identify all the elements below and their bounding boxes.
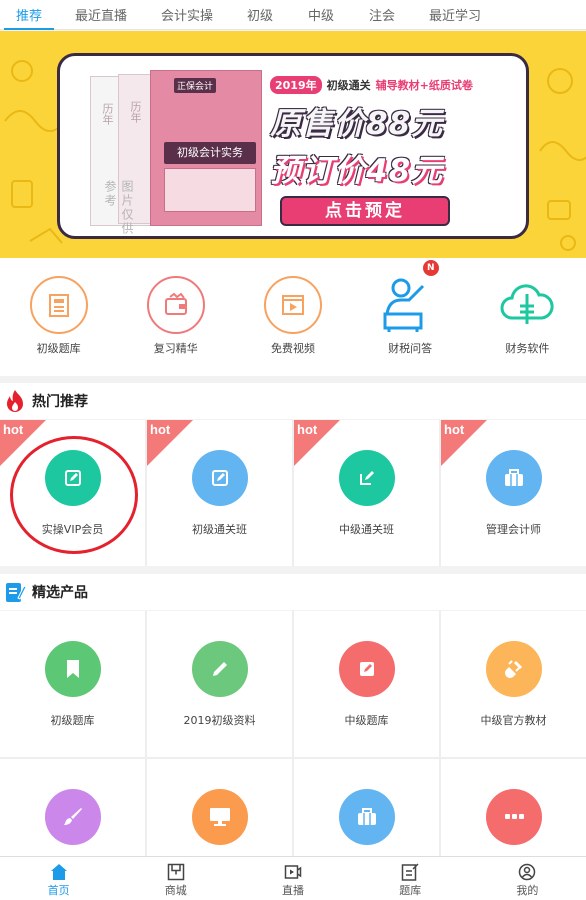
promo-banner[interactable]: 历年 历年 正保会计 初级会计实务 图片仅供参考 2019年 初级通关 辅导教材…	[0, 31, 586, 258]
quick-link-free-video[interactable]: 免费视频	[234, 258, 351, 376]
nav-exam[interactable]: 题库	[352, 857, 469, 900]
promo-subtitle-b: 辅导教材+纸质试卷	[375, 79, 473, 92]
quick-link-question-bank[interactable]: 初级题库	[0, 258, 117, 376]
image-watermark: 图片仅供参考	[103, 180, 134, 236]
tab-recent-live[interactable]: 最近直播	[58, 0, 144, 30]
hot-item-label: 实操VIP会员	[41, 523, 104, 536]
hot-item-junior-pass[interactable]: hot 初级通关班	[147, 420, 292, 566]
nav-label: 直播	[282, 884, 304, 897]
quick-link-label: 初级题库	[36, 342, 81, 355]
hot-item-practice-vip[interactable]: hot 实操VIP会员	[0, 420, 145, 566]
hot-products-grid: hot 实操VIP会员 hot 初级通关班 hot 中级通关班 hot 管理会计…	[0, 420, 586, 566]
quick-link-review[interactable]: 复习精华	[117, 258, 234, 376]
product-junior-question-bank[interactable]: 初级题库	[0, 611, 145, 757]
new-badge: N	[422, 260, 439, 276]
product-label: 2019初级资料	[183, 714, 256, 727]
section-title: 精选产品	[32, 585, 88, 601]
profile-icon	[519, 863, 536, 881]
promo-text: 2019年 初级通关 辅导教材+纸质试卷 原售价88元 预订价48元 点击预定	[270, 76, 520, 226]
book-title: 初级会计实务	[164, 142, 256, 164]
tab-accounting-practice[interactable]: 会计实操	[144, 0, 230, 30]
home-icon	[50, 864, 67, 880]
bottom-nav: 首页 商城 直播 题库 我的	[0, 856, 586, 900]
book-stack-image: 历年 历年 正保会计 初级会计实务 图片仅供参考	[90, 70, 290, 236]
bookmark-icon	[66, 660, 79, 678]
nav-label: 题库	[399, 884, 422, 897]
pencil-icon	[212, 662, 227, 676]
quick-link-label: 财税问答	[388, 342, 433, 355]
app-screen: 推荐 最近直播 会计实操 初级 中级 注会 最近学习 历年 历年 正保会计 初级…	[0, 0, 586, 900]
hot-item-label: 初级通关班	[192, 523, 247, 536]
plug-icon	[504, 660, 522, 678]
briefcase-icon	[357, 808, 376, 825]
edit-icon	[211, 470, 228, 486]
book-brand-label: 正保会计	[174, 78, 217, 93]
tab-junior[interactable]: 初级	[230, 0, 290, 30]
quick-link-label: 财务软件	[505, 342, 550, 355]
wallet-icon	[164, 292, 187, 315]
preorder-button[interactable]: 点击预定	[280, 196, 450, 226]
hot-section-header: 热门推荐	[0, 383, 586, 419]
book-pattern	[164, 168, 256, 212]
product-label: 中级官方教材	[480, 714, 547, 727]
hot-tag-label: hot	[444, 422, 465, 437]
exam-icon	[401, 863, 419, 881]
original-price: 原售价88元	[270, 106, 444, 142]
hot-item-label: 中级通关班	[339, 523, 394, 536]
edit-icon	[359, 662, 374, 676]
tab-intermediate[interactable]: 中级	[290, 0, 352, 30]
quick-link-tax-qa[interactable]: N 财税问答	[352, 258, 469, 376]
hot-tag-label: hot	[3, 422, 24, 437]
nav-label: 首页	[47, 884, 70, 897]
hot-item-intermediate-pass[interactable]: hot 中级通关班	[294, 420, 439, 566]
tab-cpa[interactable]: 注会	[352, 0, 412, 30]
tab-recent-study[interactable]: 最近学习	[412, 0, 498, 30]
product-intermediate-question-bank[interactable]: 中级题库	[294, 611, 439, 757]
product-2019-junior-materials[interactable]: 2019初级资料	[147, 611, 292, 757]
live-icon	[284, 865, 302, 879]
banner-card: 历年 历年 正保会计 初级会计实务 图片仅供参考 2019年 初级通关 辅导教材…	[57, 53, 529, 239]
notebook-pen-icon	[6, 583, 26, 602]
edit-icon	[64, 470, 81, 486]
category-tabs: 推荐 最近直播 会计实操 初级 中级 注会 最近学习	[0, 0, 586, 30]
monitor-icon	[209, 808, 230, 826]
tab-recommend[interactable]: 推荐	[0, 0, 58, 30]
products-section-header: 精选产品	[0, 574, 586, 610]
quick-link-label: 复习精华	[153, 342, 198, 355]
nav-live[interactable]: 直播	[234, 857, 351, 900]
hot-tag-label: hot	[150, 422, 171, 437]
hot-item-management-accountant[interactable]: hot 管理会计师	[441, 420, 586, 566]
hot-tag-label: hot	[297, 422, 318, 437]
video-icon	[281, 295, 304, 315]
quick-link-finance-software[interactable]: 财务软件	[469, 258, 586, 376]
store-icon	[167, 863, 185, 881]
question-bank-icon	[48, 294, 69, 317]
product-label: 中级题库	[344, 714, 389, 727]
flame-icon	[7, 390, 23, 412]
nav-label: 我的	[516, 884, 539, 897]
cloud-software-icon	[500, 284, 554, 324]
person-qa-icon	[383, 278, 425, 332]
product-label: 初级题库	[50, 714, 95, 727]
product-intermediate-official-textbook[interactable]: 中级官方教材	[441, 611, 586, 757]
nav-label: 商城	[164, 884, 187, 897]
quick-links: 初级题库 复习精华 免费视频 N 财税问答 财务软件	[0, 258, 586, 376]
section-title: 热门推荐	[32, 394, 88, 410]
nav-home[interactable]: 首页	[0, 857, 117, 900]
year-badge: 2019年	[270, 76, 322, 94]
promo-subtitle-a: 初级通关	[326, 79, 371, 92]
quick-link-label: 免费视频	[270, 342, 315, 355]
more-icon	[504, 814, 524, 819]
nav-store[interactable]: 商城	[117, 857, 234, 900]
briefcase-icon	[504, 469, 523, 486]
nav-profile[interactable]: 我的	[469, 857, 586, 900]
brush-icon	[63, 808, 82, 825]
edit-icon	[359, 471, 374, 485]
hot-item-label: 管理会计师	[486, 523, 541, 536]
presale-price: 预订价48元	[270, 153, 444, 189]
